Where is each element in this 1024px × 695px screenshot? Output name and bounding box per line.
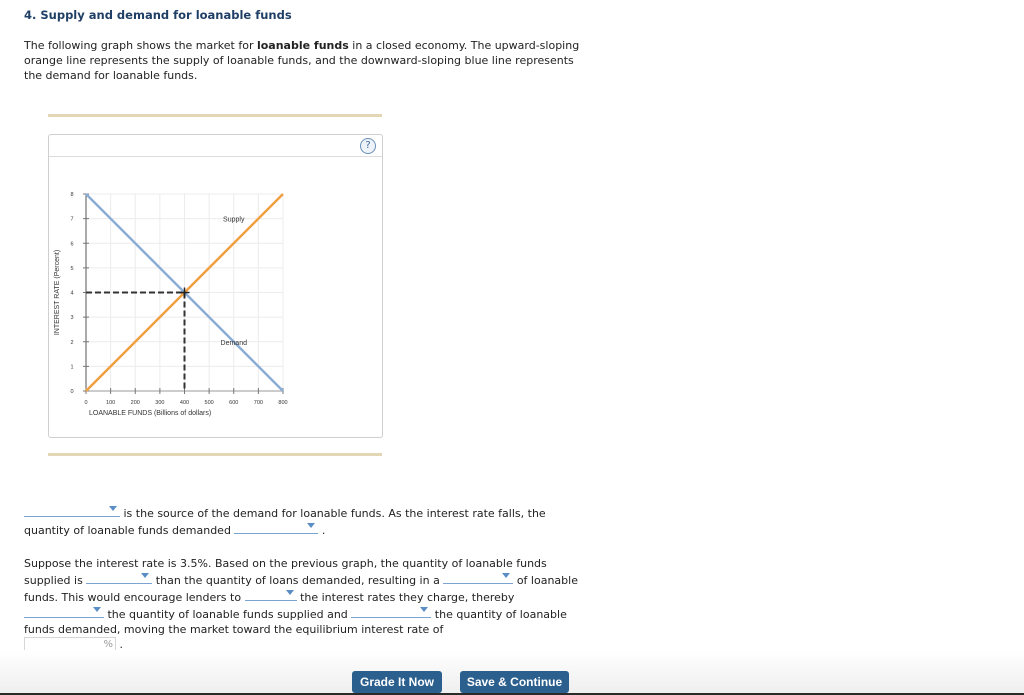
x-tick-label: 300 xyxy=(155,400,164,406)
part2-text-5: the quantity of loanable funds supplied … xyxy=(104,608,352,621)
intro-text: The following graph shows the market for xyxy=(24,39,257,52)
demanded-change-dropdown[interactable] xyxy=(351,605,432,618)
part1-end: . xyxy=(318,524,326,537)
divider-bottom xyxy=(48,453,382,456)
question-intro: The following graph shows the market for… xyxy=(24,38,584,83)
y-tick-label: 0 xyxy=(70,389,73,395)
chevron-down-icon xyxy=(285,590,294,595)
y-tick-label: 2 xyxy=(70,340,73,346)
shortage-surplus-dropdown[interactable] xyxy=(443,571,514,584)
x-tick-label: 400 xyxy=(180,400,189,406)
chevron-down-icon xyxy=(420,607,429,612)
loanable-funds-chart[interactable]: 0 100 200 300 400 500 600 700 800 0 1 2 3 4 5 6 7 8 LOANAB… xyxy=(49,135,382,437)
intro-bold-text: loanable funds xyxy=(256,39,349,52)
chevron-down-icon xyxy=(109,506,117,511)
y-tick-label: 1 xyxy=(70,364,73,370)
question-title: 4. Supply and demand for loanable funds xyxy=(24,8,292,22)
supplied-change-dropdown[interactable] xyxy=(24,605,104,618)
y-tick-label: 7 xyxy=(70,217,73,223)
x-tick-label: 600 xyxy=(229,400,238,406)
y-tick-label: 5 xyxy=(70,266,73,272)
supply-label: Supply xyxy=(223,217,245,224)
part2-question: Suppose the interest rate is 3.5%. Based… xyxy=(24,556,584,653)
lender-action-dropdown[interactable] xyxy=(244,588,297,601)
x-axis-label: LOANABLE FUNDS (Billions of dollars) xyxy=(89,410,211,417)
part1-question: is the source of the demand for loanable… xyxy=(24,504,564,538)
save-continue-button[interactable]: Save & Continue xyxy=(460,671,569,693)
y-tick-label: 3 xyxy=(70,315,73,321)
chevron-down-icon xyxy=(141,573,150,578)
chevron-down-icon xyxy=(307,523,316,528)
x-tick-label: 100 xyxy=(106,400,115,406)
y-axis-label: INTEREST RATE (Percent) xyxy=(54,250,61,335)
part2-text-4: the interest rates they charge, thereby xyxy=(296,591,515,604)
chevron-down-icon xyxy=(93,607,101,612)
chart-panel: ? 0 100 200 300 400 500 600 700 800 0 1 2 3 4 5 6 7 8 LOAN… xyxy=(48,134,383,438)
chevron-down-icon xyxy=(502,573,511,578)
x-tick-label: 500 xyxy=(205,400,214,406)
divider-top xyxy=(48,114,382,117)
demand-label: Demand xyxy=(221,340,248,347)
percent-unit: % xyxy=(103,639,113,650)
x-tick-label: 200 xyxy=(131,400,140,406)
quantity-demanded-dropdown[interactable] xyxy=(234,521,319,534)
grade-it-now-button[interactable]: Grade It Now xyxy=(352,671,442,693)
part2-text-2: than the quantity of loans demanded, res… xyxy=(152,574,444,587)
y-tick-label: 8 xyxy=(70,192,73,198)
x-tick-label: 800 xyxy=(278,400,287,406)
supplied-comparison-dropdown[interactable] xyxy=(86,571,153,584)
y-tick-label: 4 xyxy=(70,291,73,297)
demand-source-dropdown[interactable] xyxy=(24,504,120,517)
x-tick-label: 0 xyxy=(84,400,87,406)
y-tick-label: 6 xyxy=(70,241,73,247)
x-tick-label: 700 xyxy=(254,400,263,406)
